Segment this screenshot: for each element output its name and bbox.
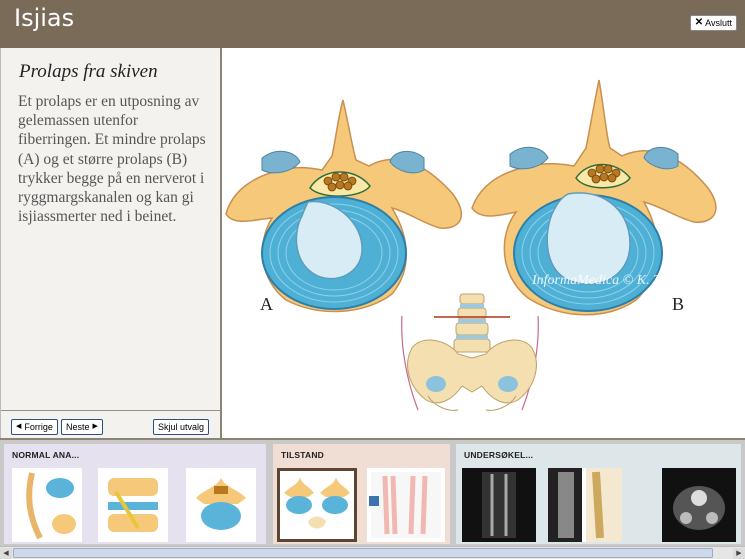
vertebra-a-illustration: A [225,99,463,314]
gallery-section-normal-anatomy: NORMAL ANA... [4,444,266,544]
thumbnail[interactable] [98,468,168,542]
skip-back-icon: ◀ [16,423,22,430]
section-body-text: Et prolaps er en utposning av gelemassen… [18,93,206,226]
thumbnail-selected[interactable] [277,468,357,542]
section-title: Prolaps fra skiven [19,61,158,82]
watermark: InformaMedica © K. Toverud [531,273,699,288]
label-b: B [672,294,684,314]
skip-forward-icon: ▶ [92,423,98,430]
thumbnail[interactable] [12,468,82,542]
header-bar: Isjias ✕ Avslutt [0,0,745,48]
gallery-scrollbar[interactable]: ◀ ▶ [0,546,745,559]
thumbnail[interactable] [462,468,536,542]
info-sidebar: Prolaps fra skiven Et prolaps er en utpo… [0,48,222,438]
sidebar-divider [1,410,221,411]
exit-button-label: Avslutt [705,18,732,28]
gallery-section-label[interactable]: UNDERSØKEL... [464,450,533,460]
next-button-label: Neste [66,422,90,432]
gallery-section-condition: TILSTAND [273,444,450,544]
scrollbar-thumb[interactable] [13,548,713,558]
thumbnail[interactable] [548,468,622,542]
next-button[interactable]: Neste ▶ [61,419,103,435]
scroll-right-icon[interactable]: ▶ [733,548,745,559]
thumbnail-gallery: NORMAL ANA... TILSTAND UNDERSØKEL... ◀ ▶ [0,438,745,559]
previous-button-label: Forrige [24,422,53,432]
main-illustration: A B InformaMedica © K. Toverud [222,48,745,438]
gallery-section-examination: UNDERSØKEL... [456,444,741,544]
label-a: A [260,294,273,314]
scroll-left-icon[interactable]: ◀ [0,548,12,559]
hide-selection-label: Skjul utvalg [158,422,205,432]
previous-button[interactable]: ◀ Forrige [11,419,58,435]
hide-selection-button[interactable]: Skjul utvalg [153,419,210,435]
gallery-section-label[interactable]: TILSTAND [281,450,324,460]
thumbnail[interactable] [186,468,256,542]
thumbnail[interactable] [662,468,736,542]
exit-button[interactable]: ✕ Avslutt [689,15,737,31]
gallery-section-label[interactable]: NORMAL ANA... [12,450,79,460]
app-title: Isjias [14,4,75,32]
pelvis-illustration [401,293,539,411]
close-icon: ✕ [694,17,704,28]
thumbnail[interactable] [367,468,445,542]
